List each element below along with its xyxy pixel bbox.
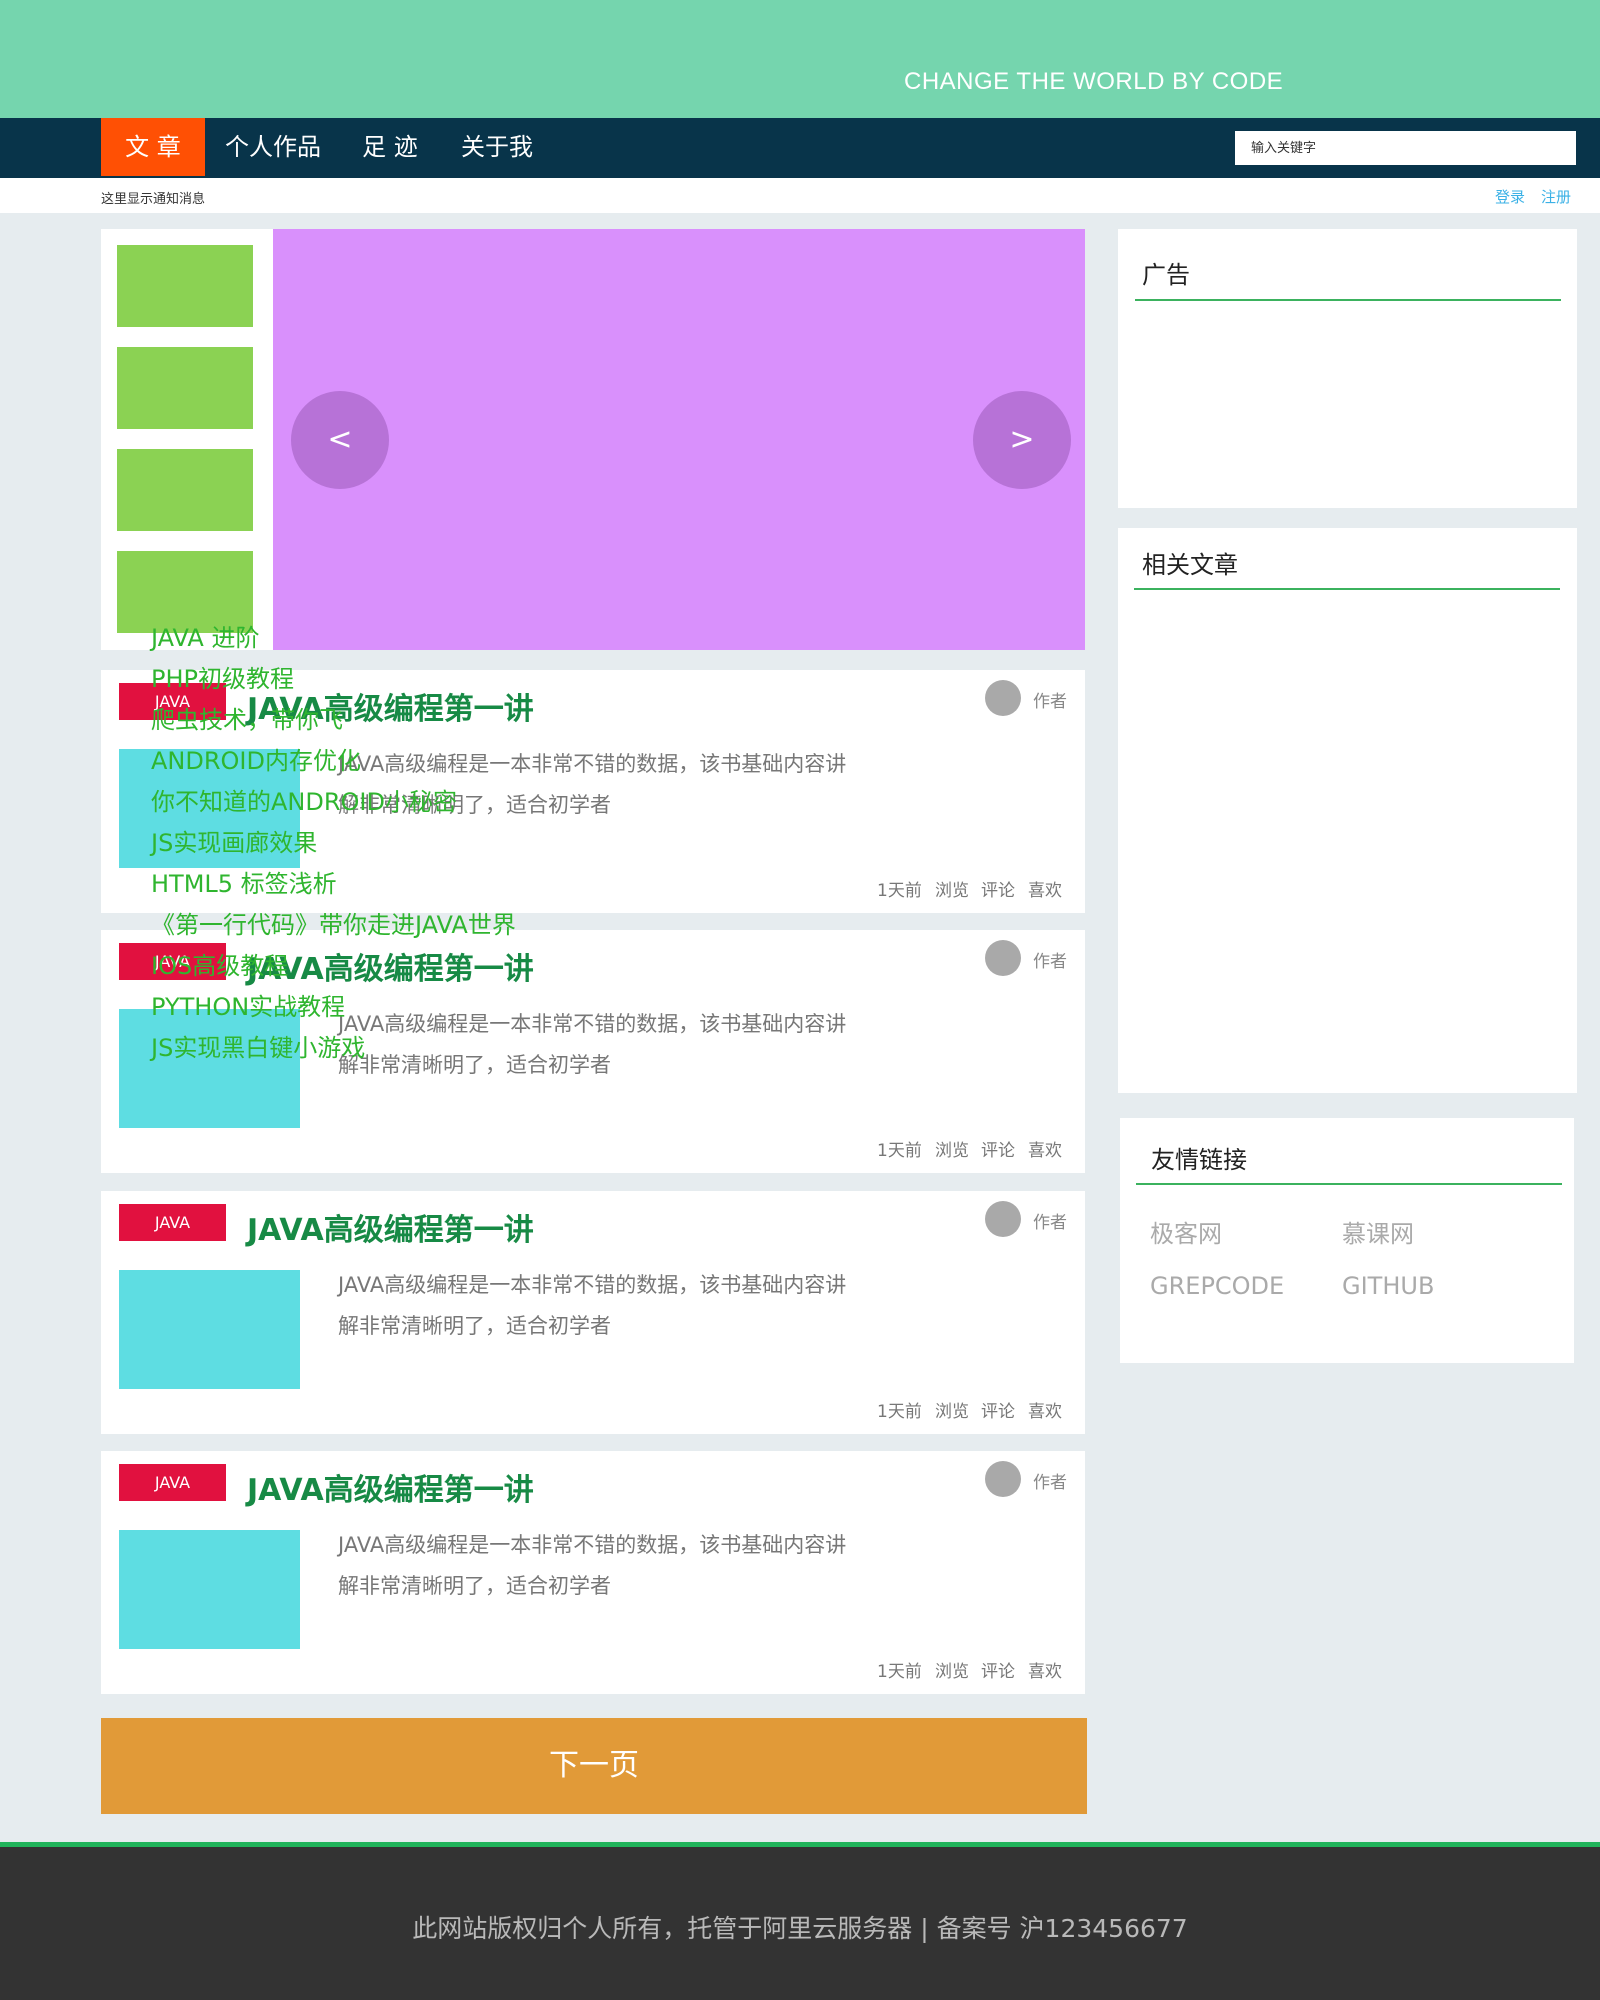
slider-thumbnail[interactable] <box>117 245 253 327</box>
article-summary: JAVA高级编程是一本非常不错的数据，该书基础内容讲解非常清晰明了，适合初学者 <box>338 1533 847 1598</box>
comments-link[interactable]: 评论 <box>981 1397 1015 1422</box>
related-article-link[interactable]: PYTHON实战教程 <box>151 987 345 1022</box>
related-article-link[interactable]: PHP初级教程 <box>151 659 294 694</box>
friend-link-grepcode[interactable]: GREPCODE <box>1150 1272 1284 1300</box>
slider-thumbnail[interactable] <box>117 347 253 429</box>
article-title[interactable]: JAVA高级编程第一讲 <box>247 1465 534 1509</box>
comments-link[interactable]: 评论 <box>981 1136 1015 1161</box>
related-article-link[interactable]: JS实现画廊效果 <box>151 823 317 858</box>
author-name: 作者 <box>1033 692 1067 712</box>
post-time: 1天前 <box>877 1662 922 1682</box>
image-slider: < > <box>101 229 1085 650</box>
friend-links-widget: 友情链接 极客网 慕课网 GREPCODE GITHUB <box>1120 1118 1574 1363</box>
login-link[interactable]: 登录 <box>1495 186 1525 207</box>
title-divider <box>1134 588 1560 590</box>
article-card: JAVA JAVA高级编程第一讲 作者 JAVA高级编程是一本非常不错的数据，该… <box>101 1191 1085 1434</box>
post-time: 1天前 <box>877 881 922 901</box>
header-banner: CHANGE THE WORLD BY CODE <box>0 0 1600 118</box>
author-avatar <box>985 1461 1021 1497</box>
related-article-link[interactable]: JAVA 进阶 <box>151 618 259 653</box>
related-articles-widget: 相关文章 <box>1118 528 1577 1093</box>
comments-link[interactable]: 评论 <box>981 876 1015 901</box>
nav-item-works[interactable]: 个人作品 <box>218 118 328 176</box>
friend-link-mooc[interactable]: 慕课网 <box>1342 1214 1414 1249</box>
related-article-link[interactable]: JS实现黑白键小游戏 <box>151 1028 365 1063</box>
site-slogan: CHANGE THE WORLD BY CODE <box>904 68 1284 95</box>
notice-bar: 这里显示通知消息 登录 注册 <box>0 178 1600 213</box>
comments-link[interactable]: 评论 <box>981 1657 1015 1682</box>
title-divider <box>1136 1183 1562 1185</box>
views-link[interactable]: 浏览 <box>935 876 969 901</box>
ad-widget: 广告 <box>1118 229 1577 508</box>
post-time: 1天前 <box>877 1402 922 1422</box>
register-link[interactable]: 注册 <box>1541 186 1571 207</box>
main-nav: 文 章 个人作品 足 迹 关于我 <box>0 118 1600 178</box>
copyright-text: 此网站版权归个人所有，托管于阿里云服务器 | 备案号 沪123456677 <box>412 1914 1188 1943</box>
friend-links-title: 友情链接 <box>1151 1146 1247 1174</box>
related-article-link[interactable]: HTML5 标签浅析 <box>151 864 337 899</box>
notice-message: 这里显示通知消息 <box>101 192 206 207</box>
title-divider <box>1135 299 1561 301</box>
slider-next-button[interactable]: > <box>973 391 1071 489</box>
category-tag[interactable]: JAVA <box>119 1204 226 1241</box>
author-avatar <box>985 680 1021 716</box>
slider-thumbnail[interactable] <box>117 449 253 531</box>
article-title[interactable]: JAVA高级编程第一讲 <box>247 1205 534 1249</box>
related-article-link[interactable]: 《第一行代码》带你走进JAVA世界 <box>151 905 516 940</box>
article-title[interactable]: JAVA高级编程第一讲 <box>247 944 534 988</box>
likes-link[interactable]: 喜欢 <box>1028 1397 1062 1422</box>
likes-link[interactable]: 喜欢 <box>1028 876 1062 901</box>
author-avatar <box>985 1201 1021 1237</box>
post-time: 1天前 <box>877 1141 922 1161</box>
article-image[interactable] <box>119 1009 300 1128</box>
article-card: JAVA JAVA高级编程第一讲 作者 JAVA高级编程是一本非常不错的数据，该… <box>101 1451 1085 1694</box>
article-image[interactable] <box>119 1530 300 1649</box>
related-article-link[interactable]: 你不知道的ANDROID小秘密 <box>151 782 457 817</box>
related-article-link[interactable]: 爬虫技术，带你飞 <box>151 700 343 735</box>
likes-link[interactable]: 喜欢 <box>1028 1657 1062 1682</box>
article-summary: JAVA高级编程是一本非常不错的数据，该书基础内容讲解非常清晰明了，适合初学者 <box>338 1273 847 1338</box>
nav-item-footprints[interactable]: 足 迹 <box>350 118 430 176</box>
article-image[interactable] <box>119 1270 300 1389</box>
nav-item-articles[interactable]: 文 章 <box>101 118 205 176</box>
slider-prev-button[interactable]: < <box>291 391 389 489</box>
search-input[interactable] <box>1235 131 1576 165</box>
ad-title: 广告 <box>1142 261 1190 289</box>
views-link[interactable]: 浏览 <box>935 1657 969 1682</box>
category-tag[interactable]: JAVA <box>119 1464 226 1501</box>
friend-link-github[interactable]: GITHUB <box>1342 1272 1434 1300</box>
next-page-button[interactable]: 下一页 <box>101 1718 1087 1814</box>
author-name: 作者 <box>1033 1213 1067 1233</box>
related-article-link[interactable]: IOS高级教程 <box>151 946 288 981</box>
slider-main-image: < > <box>273 229 1085 650</box>
author-name: 作者 <box>1033 1473 1067 1493</box>
related-articles-title: 相关文章 <box>1142 551 1238 579</box>
author-name: 作者 <box>1033 952 1067 972</box>
likes-link[interactable]: 喜欢 <box>1028 1136 1062 1161</box>
friend-link-jikewang[interactable]: 极客网 <box>1150 1214 1222 1249</box>
views-link[interactable]: 浏览 <box>935 1136 969 1161</box>
nav-item-about[interactable]: 关于我 <box>452 118 542 176</box>
views-link[interactable]: 浏览 <box>935 1397 969 1422</box>
related-article-link[interactable]: ANDROID内存优化 <box>151 741 361 776</box>
article-summary: JAVA高级编程是一本非常不错的数据，该书基础内容讲解非常清晰明了，适合初学者 <box>338 1012 847 1077</box>
author-avatar <box>985 940 1021 976</box>
footer: 此网站版权归个人所有，托管于阿里云服务器 | 备案号 沪123456677 <box>0 1847 1600 2000</box>
